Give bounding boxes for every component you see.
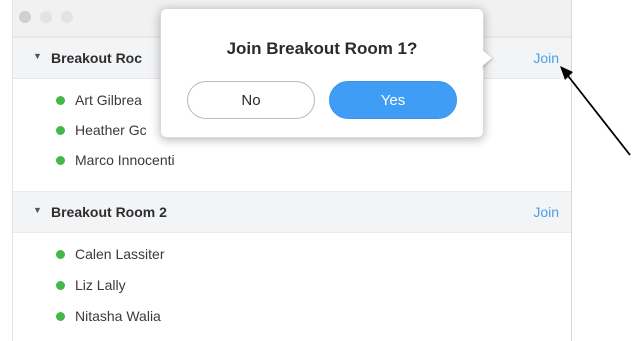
dialog-title: Join Breakout Room 1? [226, 39, 418, 58]
room-header-2[interactable]: ▼ Breakout Room 2 Join [13, 191, 571, 233]
participant-row: Calen Lassiter [13, 240, 571, 270]
zoom-window-button[interactable] [61, 11, 73, 23]
popover-pointer [480, 48, 492, 68]
participant-name: Nitasha Walia [75, 308, 161, 324]
participant-row: Nitasha Walia [13, 302, 571, 332]
yes-button[interactable]: Yes [329, 81, 457, 119]
no-button[interactable]: No [187, 81, 315, 119]
online-status-icon [56, 312, 65, 321]
join-confirmation-dialog: Join Breakout Room 1? No Yes [160, 8, 484, 138]
participant-name: Liz Lally [75, 277, 126, 293]
participant-name: Marco Innocenti [75, 152, 175, 168]
room-name: Breakout Roc [51, 50, 143, 66]
online-status-icon [56, 96, 65, 105]
annotation-arrow-icon [560, 66, 631, 156]
participant-row: Liz Lally [13, 271, 571, 301]
minimize-window-button[interactable] [40, 11, 52, 23]
room-name: Breakout Room 2 [51, 204, 167, 220]
participant-name: Calen Lassiter [75, 246, 165, 262]
participant-name: Art Gilbrea [75, 92, 142, 108]
close-window-button[interactable] [19, 11, 31, 23]
collapse-caret-icon[interactable]: ▼ [33, 205, 42, 215]
online-status-icon [56, 126, 65, 135]
join-room-2-link[interactable]: Join [533, 204, 559, 220]
participant-name: Heather Gc [75, 122, 147, 138]
participant-row: Marco Innocenti [13, 146, 571, 176]
collapse-caret-icon[interactable]: ▼ [33, 51, 42, 61]
online-status-icon [56, 281, 65, 290]
online-status-icon [56, 156, 65, 165]
online-status-icon [56, 250, 65, 259]
